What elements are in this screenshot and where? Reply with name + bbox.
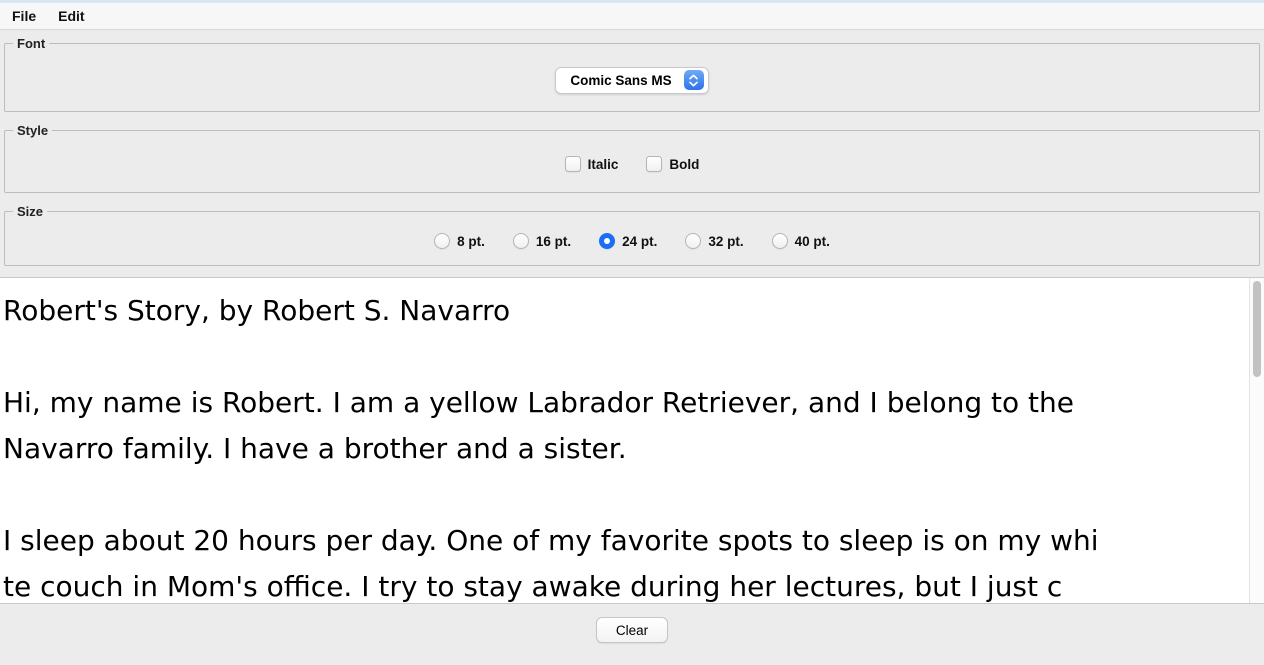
text-line: te couch in Mom's office. I try to stay … — [3, 570, 1063, 603]
size-radio-24pt[interactable] — [599, 233, 616, 249]
italic-checkbox[interactable] — [564, 156, 581, 172]
font-group-content: Comic Sans MS — [11, 51, 1253, 109]
size-radio-16pt-label: 16 pt. — [535, 233, 572, 249]
style-group-title: Style — [17, 123, 49, 138]
style-group-content: Italic Bold — [11, 138, 1253, 190]
size-radio-40pt-row[interactable]: 40 pt. — [771, 233, 830, 249]
bold-checkbox[interactable] — [646, 156, 663, 172]
size-radio-32pt[interactable] — [685, 233, 702, 249]
app-window: File Edit Font Comic Sans MS Style Itali… — [0, 0, 1264, 665]
italic-checkbox-row[interactable]: Italic — [564, 156, 619, 172]
size-radio-40pt[interactable] — [771, 233, 788, 249]
footer-bar: Clear — [0, 604, 1264, 656]
size-group-title: Size — [17, 204, 44, 219]
text-line: Robert's Story, by Robert S. Navarro — [3, 294, 511, 327]
clear-button[interactable]: Clear — [596, 617, 668, 643]
italic-checkbox-label: Italic — [587, 156, 619, 172]
size-group-content: 8 pt. 16 pt. 24 pt. 32 pt. 40 pt. — [11, 219, 1253, 263]
menu-bar: File Edit — [0, 3, 1264, 30]
style-group: Style Italic Bold — [4, 123, 1260, 193]
text-line: I sleep about 20 hours per day. One of m… — [3, 524, 1099, 557]
document-area: Robert's Story, by Robert S. Navarro Hi,… — [0, 277, 1264, 604]
size-radio-24pt-row[interactable]: 24 pt. — [599, 233, 657, 249]
font-group-title: Font — [17, 36, 46, 51]
size-group: Size 8 pt. 16 pt. 24 pt. 32 pt. 40 pt. — [4, 204, 1260, 266]
vertical-scrollbar[interactable] — [1249, 278, 1264, 603]
size-radio-32pt-label: 32 pt. — [708, 233, 744, 249]
size-radio-32pt-row[interactable]: 32 pt. — [685, 233, 744, 249]
scrollbar-thumb[interactable] — [1253, 281, 1261, 377]
text-line: Navarro family. I have a brother and a s… — [3, 432, 627, 465]
size-radio-8pt-row[interactable]: 8 pt. — [434, 233, 485, 249]
text-line — [3, 334, 1244, 380]
text-line: Hi, my name is Robert. I am a yellow Lab… — [3, 386, 1074, 419]
size-radio-16pt-row[interactable]: 16 pt. — [512, 233, 572, 249]
text-editor[interactable]: Robert's Story, by Robert S. Navarro Hi,… — [0, 278, 1264, 603]
chevron-up-down-icon — [683, 70, 704, 90]
bold-checkbox-row[interactable]: Bold — [646, 156, 699, 172]
size-radio-40pt-label: 40 pt. — [794, 233, 830, 249]
size-radio-8pt[interactable] — [434, 233, 451, 249]
controls-panel: Font Comic Sans MS Style Italic Bold Siz… — [0, 30, 1264, 266]
font-family-dropdown[interactable]: Comic Sans MS — [555, 66, 709, 94]
font-dropdown-selected-value: Comic Sans MS — [570, 72, 672, 88]
menu-item-file[interactable]: File — [10, 6, 38, 26]
size-radio-8pt-label: 8 pt. — [457, 233, 485, 249]
size-radio-16pt[interactable] — [512, 233, 529, 249]
bold-checkbox-label: Bold — [669, 156, 700, 172]
font-group: Font Comic Sans MS — [4, 36, 1260, 112]
text-line — [3, 472, 1244, 518]
size-radio-24pt-label: 24 pt. — [622, 233, 658, 249]
menu-item-edit[interactable]: Edit — [56, 6, 86, 26]
